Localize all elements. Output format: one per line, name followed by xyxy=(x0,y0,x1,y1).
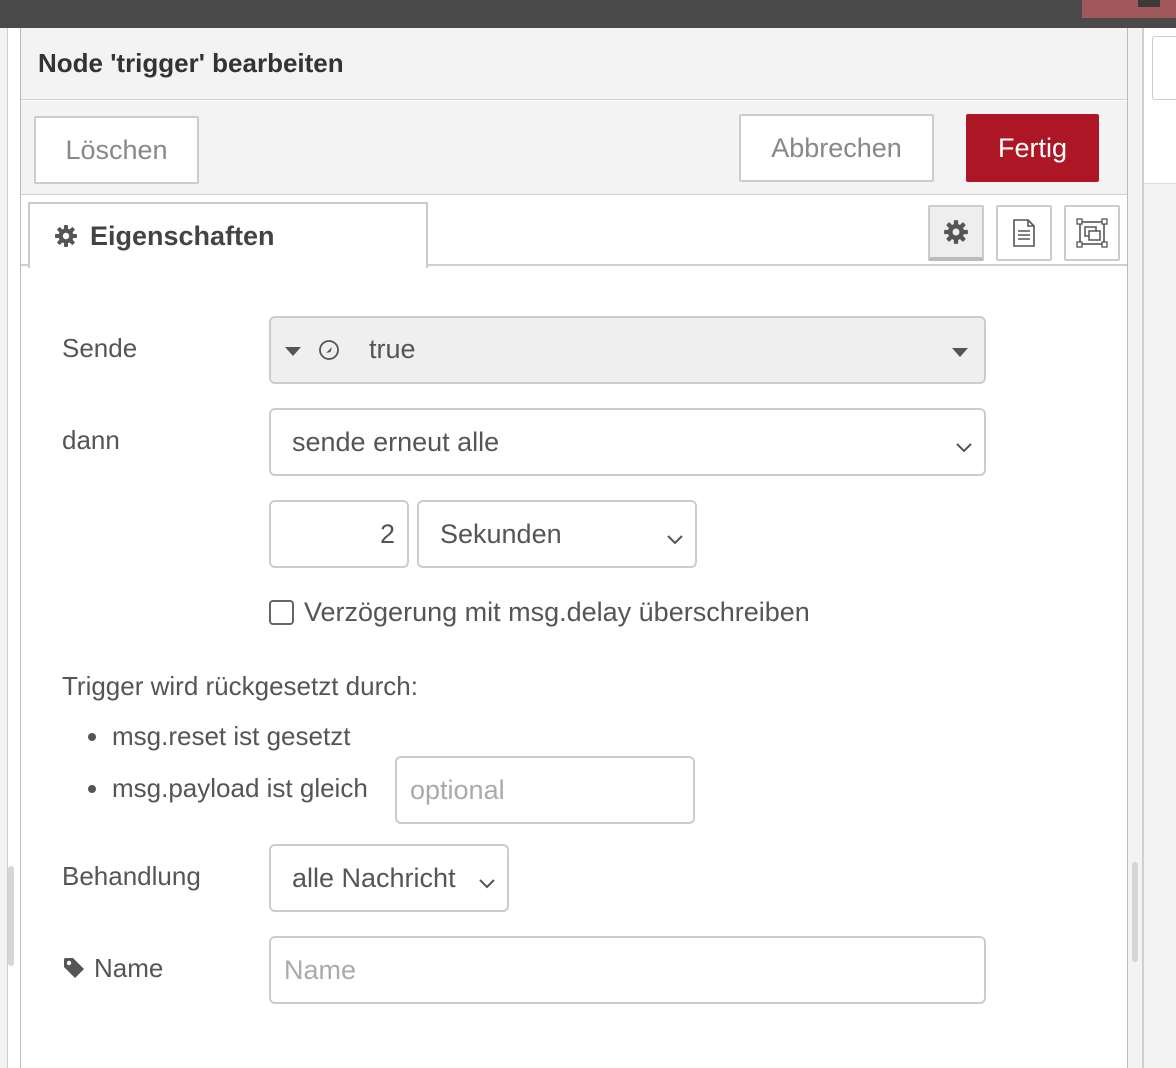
tabs-bar: Eigenschaften xyxy=(21,196,1127,268)
name-input[interactable]: Name xyxy=(269,936,986,1004)
topbar-deploy-dot xyxy=(1138,0,1160,7)
reset-item-msg-reset: msg.reset ist gesetzt xyxy=(112,720,351,751)
handling-value: alle Nachricht xyxy=(292,862,456,893)
done-button[interactable]: Fertig xyxy=(966,114,1099,182)
delete-button[interactable]: Löschen xyxy=(34,116,199,184)
boolean-icon xyxy=(317,338,341,362)
chevron-down-icon xyxy=(665,525,685,556)
handling-label: Behandlung xyxy=(62,860,201,891)
override-delay-label[interactable]: Verzögerung mit msg.delay überschreiben xyxy=(304,594,810,630)
tag-icon xyxy=(62,956,86,980)
handling-select[interactable]: alle Nachricht xyxy=(269,844,509,912)
properties-tab-button[interactable] xyxy=(928,205,984,261)
gear-icon xyxy=(943,219,969,245)
workspace-edge xyxy=(0,28,8,1068)
then-label: dann xyxy=(62,424,120,455)
then-select[interactable]: sende erneut alle xyxy=(269,408,986,476)
send-value: true xyxy=(369,334,416,364)
interval-input[interactable]: 2 xyxy=(269,500,409,568)
edit-tray: Node 'trigger' bearbeiten Löschen Abbrec… xyxy=(20,28,1128,1068)
override-delay-checkbox[interactable] xyxy=(269,600,294,625)
topbar-deploy-accent[interactable] xyxy=(1082,0,1176,18)
interval-value: 2 xyxy=(379,518,395,549)
chevron-down-icon xyxy=(477,869,497,900)
workspace-scrollbar[interactable] xyxy=(8,866,14,966)
interval-unit-select[interactable]: Sekunden xyxy=(417,500,697,568)
sidebar-tab-stub[interactable] xyxy=(1152,36,1176,100)
interval-unit-value: Sekunden xyxy=(440,518,562,549)
list-bullet xyxy=(88,733,96,741)
description-tab-button[interactable] xyxy=(996,205,1052,261)
reset-item-msg-payload: msg.payload ist gleich xyxy=(112,772,368,803)
document-icon xyxy=(1011,218,1037,248)
tab-properties[interactable]: Eigenschaften xyxy=(28,202,428,268)
reset-payload-input[interactable]: optional xyxy=(395,756,695,824)
send-typed-input[interactable]: true xyxy=(269,316,986,384)
name-label: Name xyxy=(62,950,163,986)
list-bullet xyxy=(88,785,96,793)
tray-header: Node 'trigger' bearbeiten xyxy=(21,28,1127,100)
name-placeholder: Name xyxy=(284,954,357,985)
chevron-down-icon[interactable] xyxy=(952,348,968,357)
appearance-tab-button[interactable] xyxy=(1064,205,1120,261)
tray-toolbar: Löschen Abbrechen Fertig xyxy=(21,101,1127,195)
tray-title: Node 'trigger' bearbeiten xyxy=(38,48,344,78)
reset-heading: Trigger wird rückgesetzt durch: xyxy=(62,670,418,701)
editor-top-bar xyxy=(0,0,1176,28)
chevron-down-icon xyxy=(954,433,974,464)
tray-scrollbar[interactable] xyxy=(1132,862,1138,962)
name-label-text: Name xyxy=(94,952,164,983)
appearance-icon xyxy=(1076,218,1108,248)
reset-payload-placeholder: optional xyxy=(410,774,505,805)
send-label: Sende xyxy=(62,332,138,363)
cancel-button[interactable]: Abbrechen xyxy=(739,114,934,182)
type-dropdown-caret-icon[interactable] xyxy=(285,347,301,356)
sidebar-divider[interactable] xyxy=(1142,28,1144,1068)
then-value: sende erneut alle xyxy=(292,426,500,457)
gear-icon xyxy=(54,224,78,248)
tab-properties-label: Eigenschaften xyxy=(90,220,275,251)
